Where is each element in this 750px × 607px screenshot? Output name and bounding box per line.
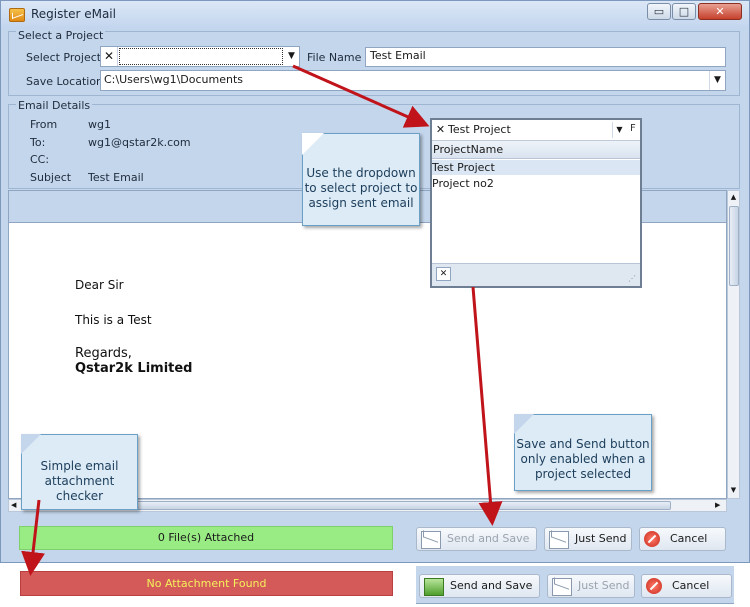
cancel-icon <box>646 578 662 594</box>
vertical-scrollbar[interactable]: ▲ ▼ <box>727 190 740 499</box>
from-label: From <box>30 118 58 131</box>
send-and-save-label: Send and Save <box>447 532 530 545</box>
subject-label: Subject <box>30 171 72 184</box>
mail-app-icon <box>9 8 25 22</box>
body-line: This is a Test <box>75 313 152 327</box>
scroll-left-icon[interactable]: ◀ <box>11 500 16 511</box>
vertical-scroll-thumb[interactable] <box>729 206 739 286</box>
send-and-save-button-enabled[interactable]: Send and Save <box>419 574 540 598</box>
scroll-right-icon[interactable]: ▶ <box>715 500 720 511</box>
just-send-label: Just Send <box>575 532 627 545</box>
chevron-down-icon[interactable]: ▼ <box>709 71 725 90</box>
window-title: Register eMail <box>31 7 116 21</box>
file-name-label: File Name <box>307 51 362 64</box>
cancel-label: Cancel <box>670 532 708 545</box>
file-name-input[interactable]: Test Email <box>365 47 726 67</box>
project-input[interactable] <box>119 48 283 65</box>
close-icon: ✕ <box>715 5 725 18</box>
select-project-label: Select Project <box>26 51 102 64</box>
save-send-tip-callout: Save and Send button only enabled when a… <box>514 414 652 491</box>
attachment-status-bar: 0 File(s) Attached <box>19 526 393 550</box>
project-name-column-header[interactable]: ProjectName <box>432 141 640 159</box>
callout-fold <box>302 133 324 155</box>
send-and-save-button[interactable]: Send and Save <box>416 527 537 551</box>
from-value: wg1 <box>88 118 111 131</box>
save-send-icon <box>424 578 444 596</box>
mail-icon <box>549 531 569 549</box>
mail-icon <box>552 578 572 596</box>
cc-label: CC: <box>30 153 50 166</box>
no-attachment-warning: No Attachment Found <box>20 571 393 596</box>
title-bar[interactable]: Register eMail ▭ □ ✕ <box>1 1 749 29</box>
send-and-save-label: Send and Save <box>450 579 533 592</box>
select-project-group-title: Select a Project <box>16 29 106 42</box>
close-button[interactable]: ✕ <box>698 3 742 20</box>
cancel-button[interactable]: Cancel <box>641 574 732 598</box>
cancel-label: Cancel <box>672 579 710 592</box>
list-item[interactable]: Project no2 <box>432 176 640 191</box>
subject-value: Test Email <box>88 171 144 184</box>
save-location-label: Save Location <box>26 75 104 88</box>
greeting-line: Dear Sir <box>75 278 124 292</box>
email-body-text: Dear Sir This is a Test Regards, Qstar2k… <box>75 278 192 376</box>
to-value: wg1@qstar2k.com <box>88 136 191 149</box>
mail-icon <box>421 531 441 549</box>
regards-line: Regards, <box>75 346 132 361</box>
dropdown-selected-value[interactable]: Test Project <box>448 122 612 138</box>
to-label: To: <box>30 136 46 149</box>
maximize-icon: □ <box>678 5 690 18</box>
list-item[interactable]: Test Project <box>432 160 640 175</box>
dropdown-cutoff-label: F <box>630 123 636 134</box>
callout-fold <box>514 414 534 434</box>
cancel-button[interactable]: Cancel <box>639 527 726 551</box>
callout-fold <box>21 434 41 454</box>
cancel-icon <box>644 531 660 547</box>
horizontal-scroll-thumb[interactable] <box>71 501 671 510</box>
chevron-down-icon[interactable]: ▼ <box>612 122 626 138</box>
project-combobox[interactable]: ✕ ▼ <box>100 46 300 67</box>
dropdown-combobox[interactable]: ✕ Test Project ▼ F <box>432 120 640 141</box>
just-send-label: Just Send <box>578 579 630 592</box>
dropdown-footer: ✕ ⋰ <box>432 263 640 286</box>
minimize-icon: ▭ <box>653 5 665 18</box>
clear-icon[interactable]: ✕ <box>101 47 118 66</box>
just-send-button-disabled[interactable]: Just Send <box>547 574 635 598</box>
project-dropdown-popup[interactable]: ✕ Test Project ▼ F ProjectName Test Proj… <box>430 118 642 288</box>
save-location-value[interactable]: C:\Users\wg1\Documents <box>104 73 243 86</box>
resize-grip-icon[interactable]: ⋰ <box>628 274 636 283</box>
scroll-up-icon[interactable]: ▲ <box>728 191 739 204</box>
email-details-group-title: Email Details <box>16 99 93 112</box>
clear-icon[interactable]: ✕ <box>434 122 447 138</box>
scroll-down-icon[interactable]: ▼ <box>728 484 739 497</box>
save-location-combobox[interactable]: C:\Users\wg1\Documents ▼ <box>100 70 726 91</box>
clear-icon[interactable]: ✕ <box>436 267 451 281</box>
chevron-down-icon[interactable]: ▼ <box>284 47 299 66</box>
minimize-button[interactable]: ▭ <box>647 3 671 20</box>
maximize-button[interactable]: □ <box>672 3 696 20</box>
signature-line: Qstar2k Limited <box>75 361 193 376</box>
just-send-button[interactable]: Just Send <box>544 527 632 551</box>
